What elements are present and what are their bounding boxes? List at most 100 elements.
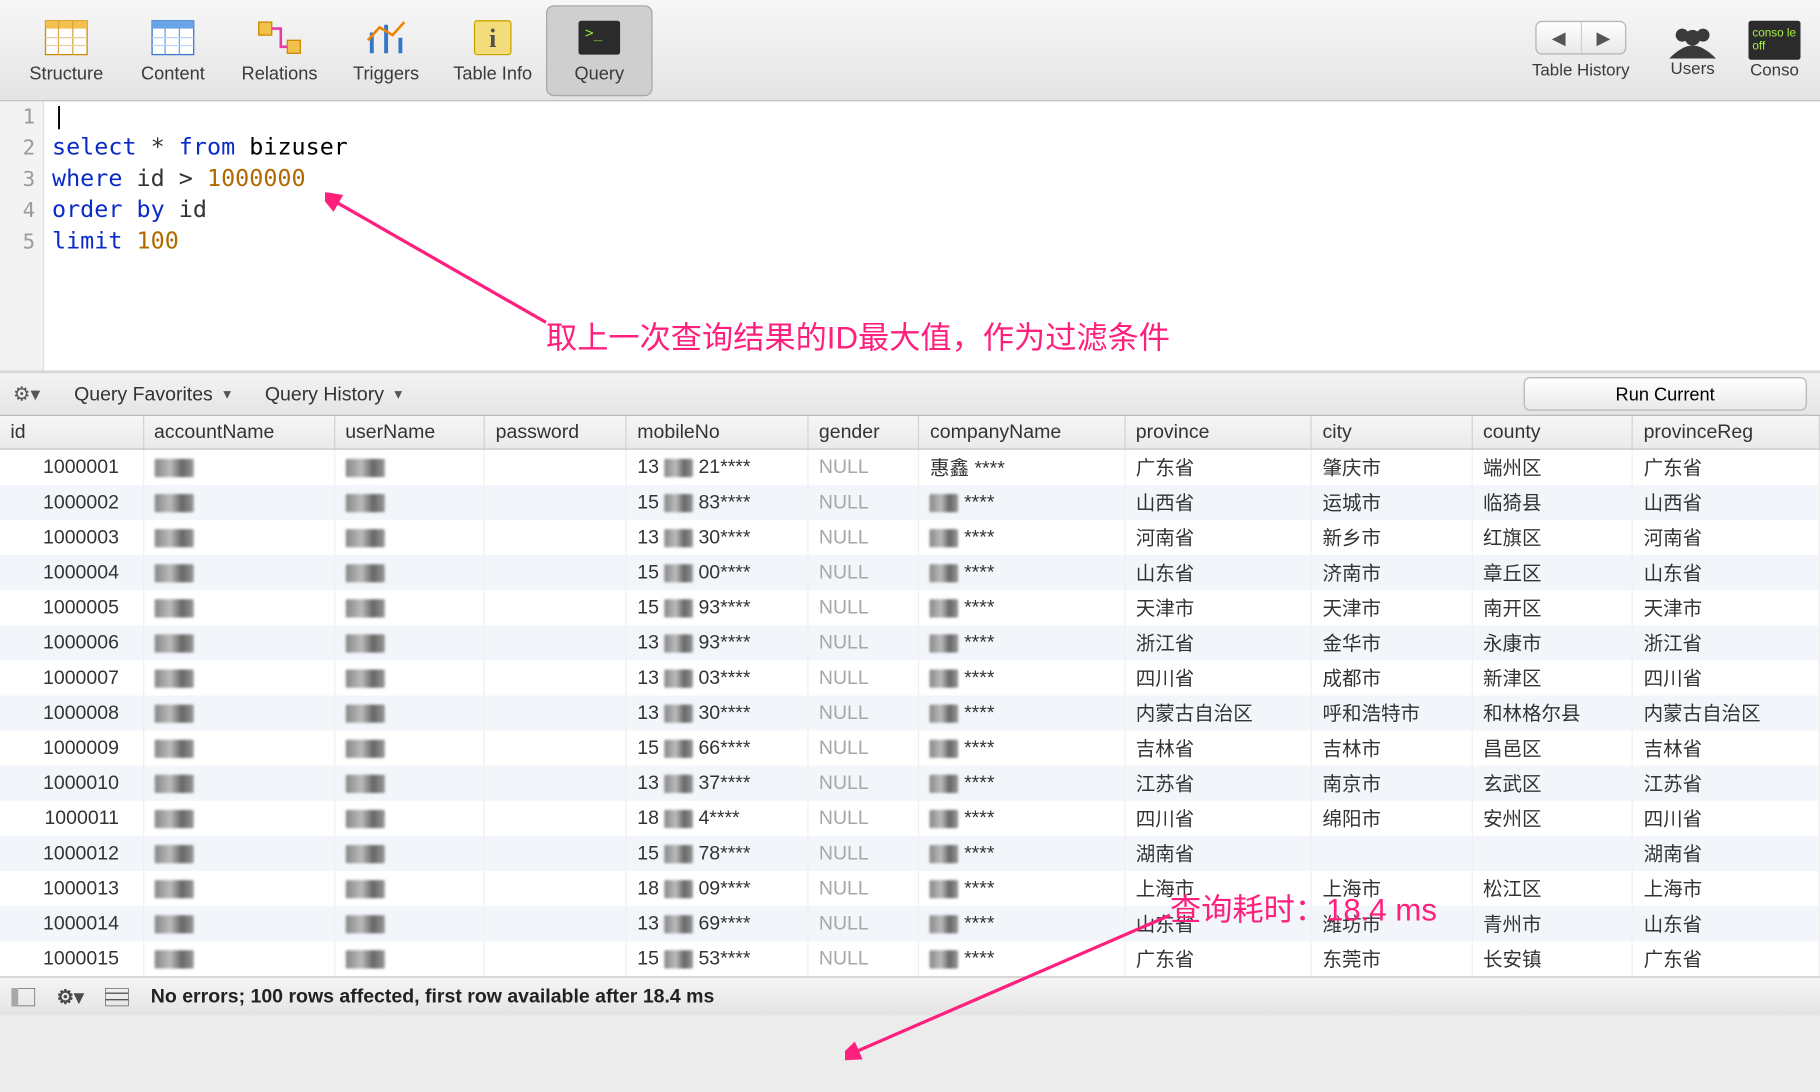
table-cell: **** <box>919 555 1125 590</box>
table-row[interactable]: 100001013 37****NULL ****江苏省南京市玄武区江苏省 <box>0 766 1819 801</box>
table-row[interactable]: 100000915 66****NULL ****吉林省吉林市昌邑区吉林省 <box>0 731 1819 766</box>
table-cell <box>334 660 484 695</box>
gear-icon[interactable]: ⚙︎▾ <box>13 382 40 405</box>
query-history-dropdown[interactable]: Query History ▾ <box>265 383 402 405</box>
column-header[interactable]: city <box>1311 416 1472 449</box>
tab-label: Structure <box>29 62 103 83</box>
status-message: No errors; 100 rows affected, first row … <box>151 985 715 1007</box>
table-row[interactable]: 100000313 30****NULL ****河南省新乡市红旗区河南省 <box>0 520 1819 555</box>
table-cell: 端州区 <box>1472 449 1633 485</box>
table-row[interactable]: 100001118 4****NULL ****四川省绵阳市安州区四川省 <box>0 801 1819 836</box>
run-current-button[interactable]: Run Current <box>1523 377 1807 411</box>
tab-tableinfo[interactable]: i Table Info <box>439 5 546 96</box>
table-cell: **** <box>919 906 1125 941</box>
table-cell <box>143 836 334 871</box>
column-header[interactable]: password <box>485 416 627 449</box>
table-cell: 潍坊市 <box>1311 906 1472 941</box>
table-row[interactable]: 100000113 21****NULL惠鑫 ****广东省肇庆市端州区广东省 <box>0 449 1819 485</box>
sql-editor[interactable]: 1 2 3 4 5 | select * from bizuser where … <box>0 101 1820 371</box>
table-cell: 1000007 <box>0 660 143 695</box>
editor-code[interactable]: | select * from bizuser where id > 10000… <box>44 101 1820 370</box>
table-row[interactable]: 100001215 78****NULL ****湖南省湖南省 <box>0 836 1819 871</box>
table-cell: 1000005 <box>0 590 143 625</box>
table-cell: 新乡市 <box>1311 520 1472 555</box>
tab-triggers[interactable]: Triggers <box>333 5 440 96</box>
table-cell <box>334 590 484 625</box>
table-cell: **** <box>919 941 1125 976</box>
column-header[interactable]: companyName <box>919 416 1125 449</box>
console-group[interactable]: conso le off Conso <box>1742 21 1807 79</box>
table-cell <box>143 555 334 590</box>
table-row[interactable]: 100001413 69****NULL ****山东省潍坊市青州市山东省 <box>0 906 1819 941</box>
table-cell <box>485 766 627 801</box>
table-row[interactable]: 100000613 93****NULL ****浙江省金华市永康市浙江省 <box>0 625 1819 660</box>
table-cell: 松江区 <box>1472 871 1633 906</box>
history-forward-button[interactable]: ▶ <box>1581 22 1625 53</box>
column-header[interactable]: accountName <box>143 416 334 449</box>
table-cell: 四川省 <box>1125 801 1312 836</box>
table-cell <box>143 485 334 520</box>
table-cell: 河南省 <box>1125 520 1312 555</box>
table-cell: 13 21**** <box>626 449 808 485</box>
tab-query[interactable]: >_ Query <box>546 5 653 96</box>
table-cell <box>143 520 334 555</box>
table-row[interactable]: 100000713 03****NULL ****四川省成都市新津区四川省 <box>0 660 1819 695</box>
table-cell: 永康市 <box>1472 625 1633 660</box>
table-cell: 1000003 <box>0 520 143 555</box>
table-row[interactable]: 100000215 83****NULL ****山西省运城市临猗县山西省 <box>0 485 1819 520</box>
tab-structure[interactable]: Structure <box>13 5 120 96</box>
table-cell: 15 93**** <box>626 590 808 625</box>
column-header[interactable]: gender <box>808 416 919 449</box>
table-row[interactable]: 100000515 93****NULL ****天津市天津市南开区天津市 <box>0 590 1819 625</box>
table-cell: 15 00**** <box>626 555 808 590</box>
gear-icon[interactable]: ⚙︎▾ <box>57 985 83 1008</box>
table-cell: **** <box>919 766 1125 801</box>
table-cell: 广东省 <box>1125 449 1312 485</box>
column-header[interactable]: userName <box>334 416 484 449</box>
table-cell: 肇庆市 <box>1311 449 1472 485</box>
column-header[interactable]: county <box>1472 416 1633 449</box>
table-cell: 1000008 <box>0 696 143 731</box>
table-cell: NULL <box>808 731 919 766</box>
column-header[interactable]: provinceReg <box>1633 416 1820 449</box>
table-cell: **** <box>919 485 1125 520</box>
line-number: 5 <box>8 226 35 257</box>
table-cell <box>334 696 484 731</box>
table-cell <box>143 801 334 836</box>
table-cell <box>485 625 627 660</box>
status-bar: ⚙︎▾ No errors; 100 rows affected, first … <box>0 976 1820 1015</box>
table-row[interactable]: 100000813 30****NULL ****内蒙古自治区呼和浩特市和林格尔… <box>0 696 1819 731</box>
table-cell: 内蒙古自治区 <box>1633 696 1820 731</box>
column-header[interactable]: province <box>1125 416 1312 449</box>
table-cell: **** <box>919 836 1125 871</box>
results-panel[interactable]: idaccountNameuserNamepasswordmobileNogen… <box>0 416 1820 976</box>
table-cell <box>334 555 484 590</box>
table-cell: 15 66**** <box>626 731 808 766</box>
table-cell <box>143 590 334 625</box>
sql-text: bizuser <box>235 134 348 161</box>
table-cell: 15 78**** <box>626 836 808 871</box>
table-cell: 1000010 <box>0 766 143 801</box>
table-cell: 天津市 <box>1633 590 1820 625</box>
table-row[interactable]: 100001515 53****NULL ****广东省东莞市长安镇广东省 <box>0 941 1819 976</box>
table-cell <box>143 766 334 801</box>
table-cell: 山东省 <box>1633 555 1820 590</box>
table-cell: NULL <box>808 590 919 625</box>
chevron-down-icon: ▾ <box>223 385 231 403</box>
column-header[interactable]: id <box>0 416 143 449</box>
table-row[interactable]: 100001318 09****NULL ****上海市上海市松江区上海市 <box>0 871 1819 906</box>
table-cell: 13 37**** <box>626 766 808 801</box>
history-back-button[interactable]: ◀ <box>1537 22 1581 53</box>
table-cell: NULL <box>808 520 919 555</box>
users-group[interactable]: Users <box>1654 22 1732 78</box>
layout-toggle-icon[interactable] <box>10 985 36 1008</box>
tab-content[interactable]: Content <box>120 5 227 96</box>
query-favorites-dropdown[interactable]: Query Favorites ▾ <box>74 383 231 405</box>
table-cell <box>485 590 627 625</box>
table-mode-icon[interactable] <box>104 985 130 1008</box>
sql-text: id <box>165 196 207 223</box>
tab-relations[interactable]: Relations <box>226 5 333 96</box>
table-row[interactable]: 100000415 00****NULL ****山东省济南市章丘区山东省 <box>0 555 1819 590</box>
table-cell: 天津市 <box>1125 590 1312 625</box>
column-header[interactable]: mobileNo <box>626 416 808 449</box>
